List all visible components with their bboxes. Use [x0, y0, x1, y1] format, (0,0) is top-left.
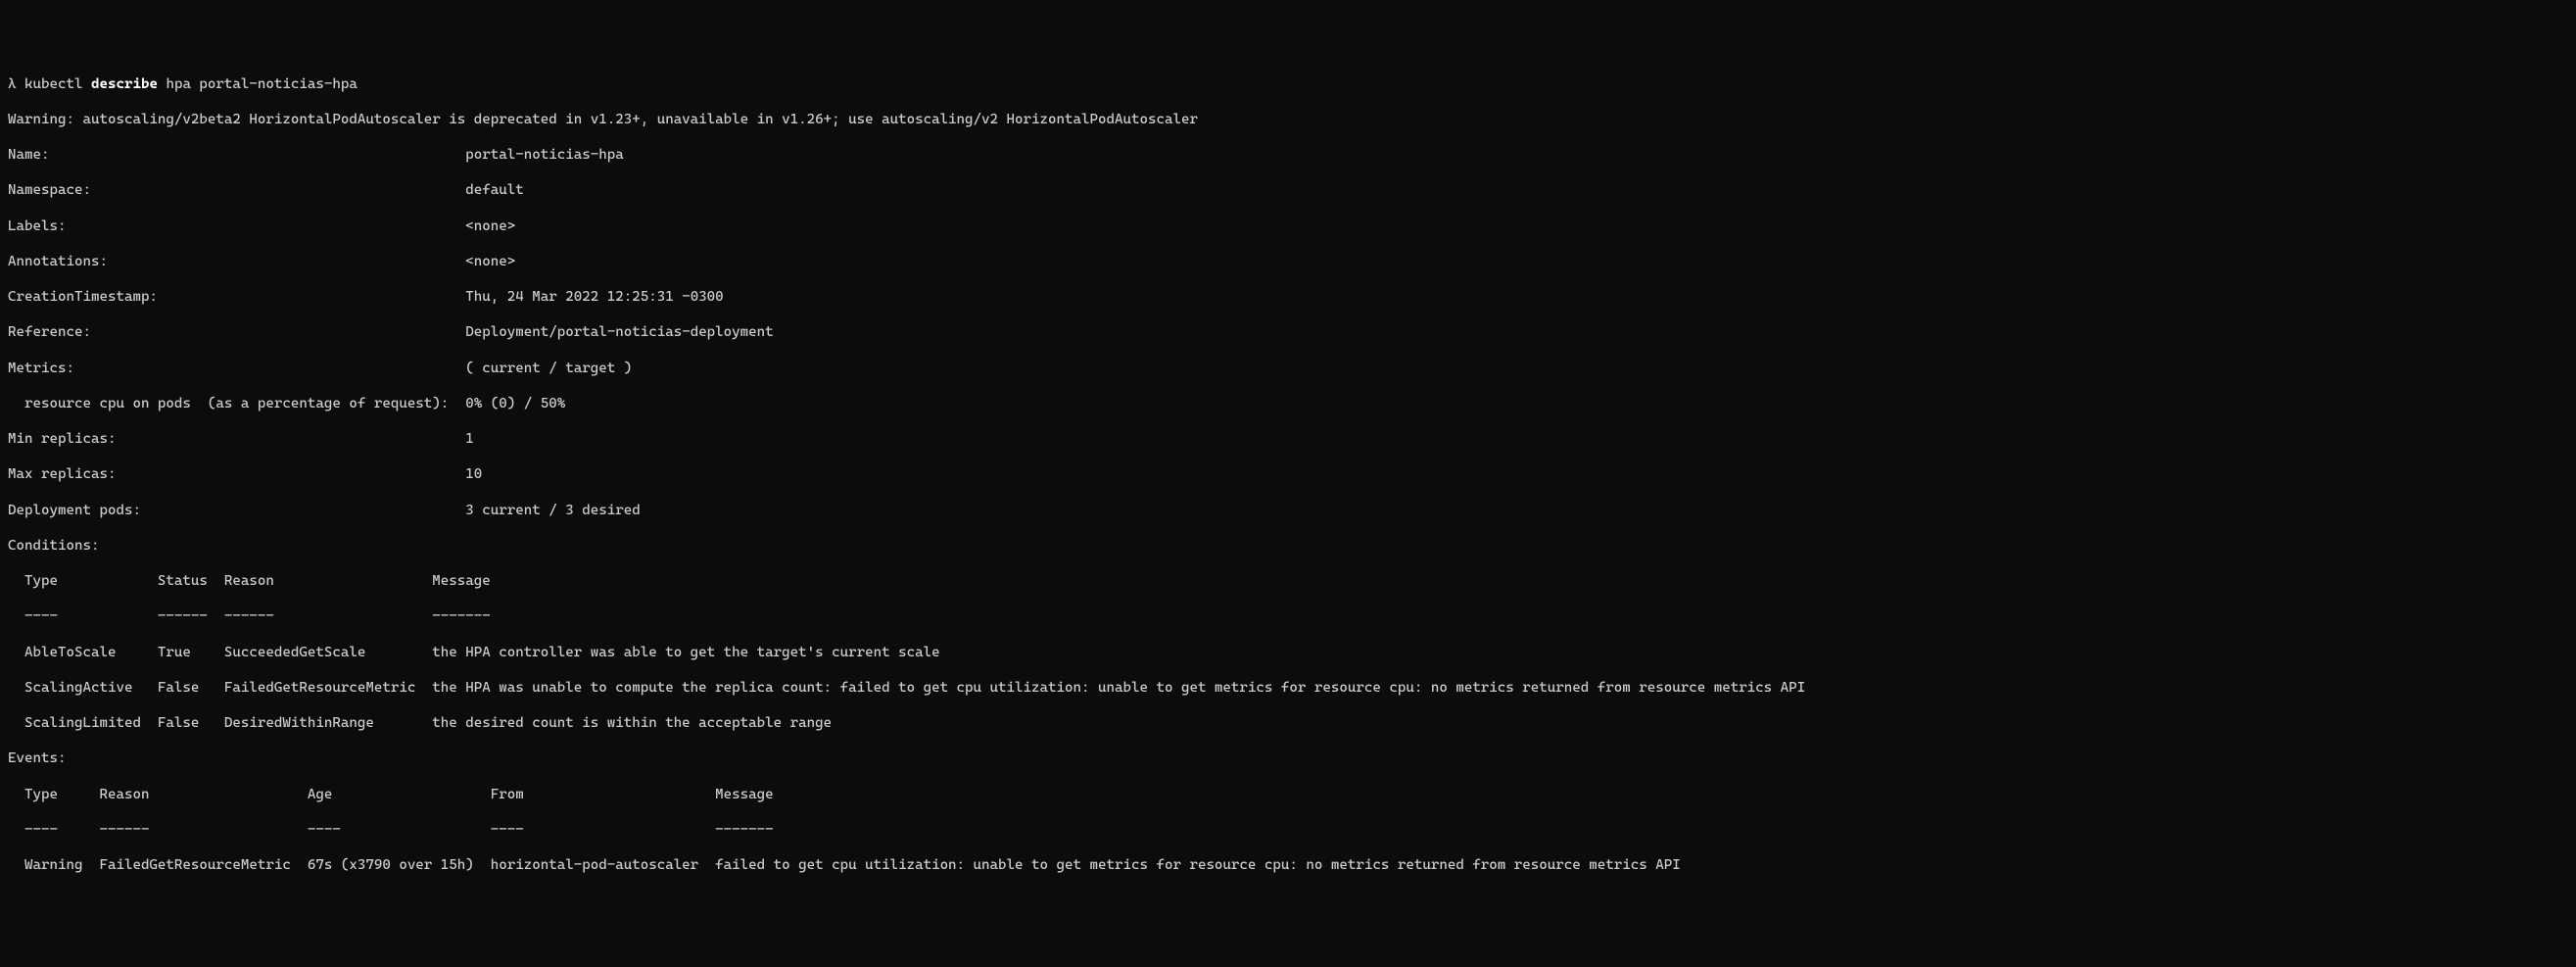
conditions-col-dashes: ---- ------ ------ -------: [8, 607, 2568, 625]
conditions-header: Conditions:: [8, 537, 2568, 555]
field-deployment-pods: Deployment pods: 3 current / 3 desired: [8, 502, 2568, 519]
events-col-dashes: ---- ------ ---- ---- -------: [8, 821, 2568, 839]
conditions-row: AbleToScale True SucceededGetScale the H…: [8, 644, 2568, 661]
field-namespace: Namespace: default: [8, 181, 2568, 199]
field-metrics-detail: resource cpu on pods (as a percentage of…: [8, 395, 2568, 412]
field-name: Name: portal-noticias-hpa: [8, 146, 2568, 164]
field-max-replicas: Max replicas: 10: [8, 465, 2568, 483]
field-labels: Labels: <none>: [8, 218, 2568, 235]
prompt-symbol: λ: [8, 76, 17, 92]
field-metrics: Metrics: ( current / target ): [8, 360, 2568, 377]
command-line: λ kubectl describe hpa portal-noticias-h…: [8, 75, 2568, 93]
events-row: Warning FailedGetResourceMetric 67s (x37…: [8, 856, 2568, 874]
command-bold: describe: [91, 76, 158, 92]
command-args: hpa portal-noticias-hpa: [158, 76, 358, 92]
conditions-col-headers: Type Status Reason Message: [8, 572, 2568, 590]
events-col-headers: Type Reason Age From Message: [8, 786, 2568, 803]
field-annotations: Annotations: <none>: [8, 253, 2568, 270]
field-min-replicas: Min replicas: 1: [8, 430, 2568, 448]
field-creation: CreationTimestamp: Thu, 24 Mar 2022 12:2…: [8, 288, 2568, 306]
field-reference: Reference: Deployment/portal-noticias-de…: [8, 323, 2568, 341]
conditions-row: ScalingLimited False DesiredWithinRange …: [8, 714, 2568, 732]
warning-line: Warning: autoscaling/v2beta2 HorizontalP…: [8, 111, 2568, 128]
command: kubectl: [24, 76, 82, 92]
conditions-row: ScalingActive False FailedGetResourceMet…: [8, 679, 2568, 697]
events-header: Events:: [8, 749, 2568, 767]
